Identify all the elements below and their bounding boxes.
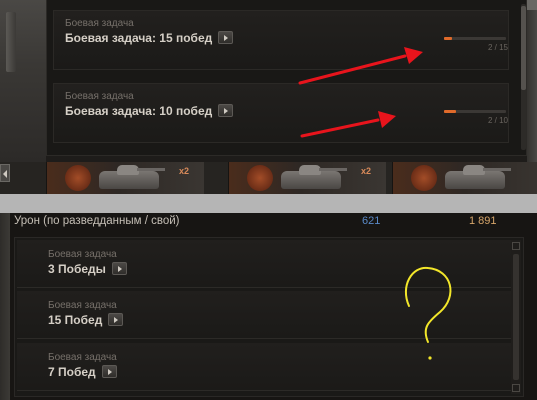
progress-fill <box>444 37 453 40</box>
tank-carousel: x2 x2 <box>0 162 537 194</box>
carousel-left-arrow-icon[interactable] <box>0 164 10 182</box>
task-subtitle: Боевая задача <box>65 91 134 102</box>
left-frame-strip <box>0 213 10 400</box>
task-progress: 2 / 15 <box>444 37 510 52</box>
top-section: Боевая задача Боевая задача: 15 побед 2 … <box>0 0 537 162</box>
screenshot-splice-band <box>0 194 537 213</box>
xp-multiplier-badge: x2 <box>179 166 190 176</box>
progress-fill <box>444 110 457 113</box>
task-info-button[interactable] <box>218 104 234 117</box>
scrollbar-thumb[interactable] <box>521 6 526 90</box>
tank-tile[interactable]: x2 <box>228 162 386 194</box>
task-card[interactable]: Боевая задача 7 Побед <box>17 343 515 391</box>
nation-emblem-icon <box>411 165 437 191</box>
nation-emblem-icon <box>247 165 273 191</box>
tank-tile[interactable] <box>392 162 537 194</box>
right-frame-strip <box>527 0 537 162</box>
top-scrollbar[interactable] <box>521 4 526 150</box>
task-subtitle: Боевая задача <box>48 352 117 363</box>
tank-gun-icon <box>483 168 511 171</box>
own-damage-value: 1 891 <box>469 215 497 227</box>
task-card[interactable]: Боевая задача 3 Победы <box>17 240 515 288</box>
task-title-text: 7 Побед <box>48 365 96 379</box>
task-title: 15 Побед <box>48 313 124 327</box>
task-title-text: Боевая задача: 10 побед <box>65 104 213 118</box>
xp-multiplier-badge: x2 <box>361 166 372 176</box>
bottom-scrollbar[interactable] <box>511 240 521 394</box>
task-title: Боевая задача: 15 побед <box>65 31 234 45</box>
task-card[interactable]: Боевая задача Боевая задача: 15 побед 2 … <box>53 10 509 70</box>
damage-label: Урон (по разведданным / свой) <box>14 215 180 227</box>
task-card[interactable]: Боевая задача Боевая задача: 10 побед 2 … <box>53 83 509 143</box>
task-subtitle: Боевая задача <box>48 300 117 311</box>
nation-emblem-icon <box>65 165 91 191</box>
task-info-button[interactable] <box>218 31 234 44</box>
task-subtitle: Боевая задача <box>48 249 117 260</box>
tank-turret-icon <box>463 165 485 175</box>
task-card[interactable]: Боевая задача 15 Побед <box>17 291 515 339</box>
tank-tile[interactable]: x2 <box>46 162 204 194</box>
progress-bar <box>444 110 506 113</box>
tank-turret-icon <box>299 165 321 175</box>
progress-bar <box>444 37 506 40</box>
spotted-damage-value: 621 <box>362 215 381 227</box>
scroll-up-icon[interactable] <box>512 242 520 250</box>
task-info-button[interactable] <box>108 313 124 326</box>
progress-text: 2 / 10 <box>487 116 508 125</box>
task-info-button[interactable] <box>101 365 117 378</box>
tank-gun-icon <box>319 168 347 171</box>
task-progress: 2 / 10 <box>444 110 510 125</box>
progress-text: 2 / 15 <box>487 43 508 52</box>
task-title-text: Боевая задача: 15 побед <box>65 31 213 45</box>
tank-turret-icon <box>117 165 139 175</box>
frame-cap <box>527 0 537 10</box>
task-title-text: 3 Победы <box>48 262 106 276</box>
frame-rivet <box>6 12 16 72</box>
scrollbar-thumb[interactable] <box>513 254 519 380</box>
left-frame-strip <box>0 0 46 162</box>
bottom-section: Урон (по разведданным / свой) 621 1 891 … <box>0 213 537 400</box>
task-title: 3 Победы <box>48 262 127 276</box>
damage-row: Урон (по разведданным / свой) 621 1 891 <box>0 213 537 233</box>
bottom-task-panel: Боевая задача 3 Победы Боевая задача 15 … <box>14 237 524 397</box>
tank-gun-icon <box>137 168 165 171</box>
task-title: 7 Побед <box>48 365 117 379</box>
task-subtitle: Боевая задача <box>65 18 134 29</box>
scroll-down-icon[interactable] <box>512 384 520 392</box>
task-title-text: 15 Побед <box>48 313 103 327</box>
task-title: Боевая задача: 10 побед <box>65 104 234 118</box>
task-info-button[interactable] <box>111 262 127 275</box>
top-task-panel: Боевая задача Боевая задача: 15 побед 2 … <box>46 0 527 156</box>
